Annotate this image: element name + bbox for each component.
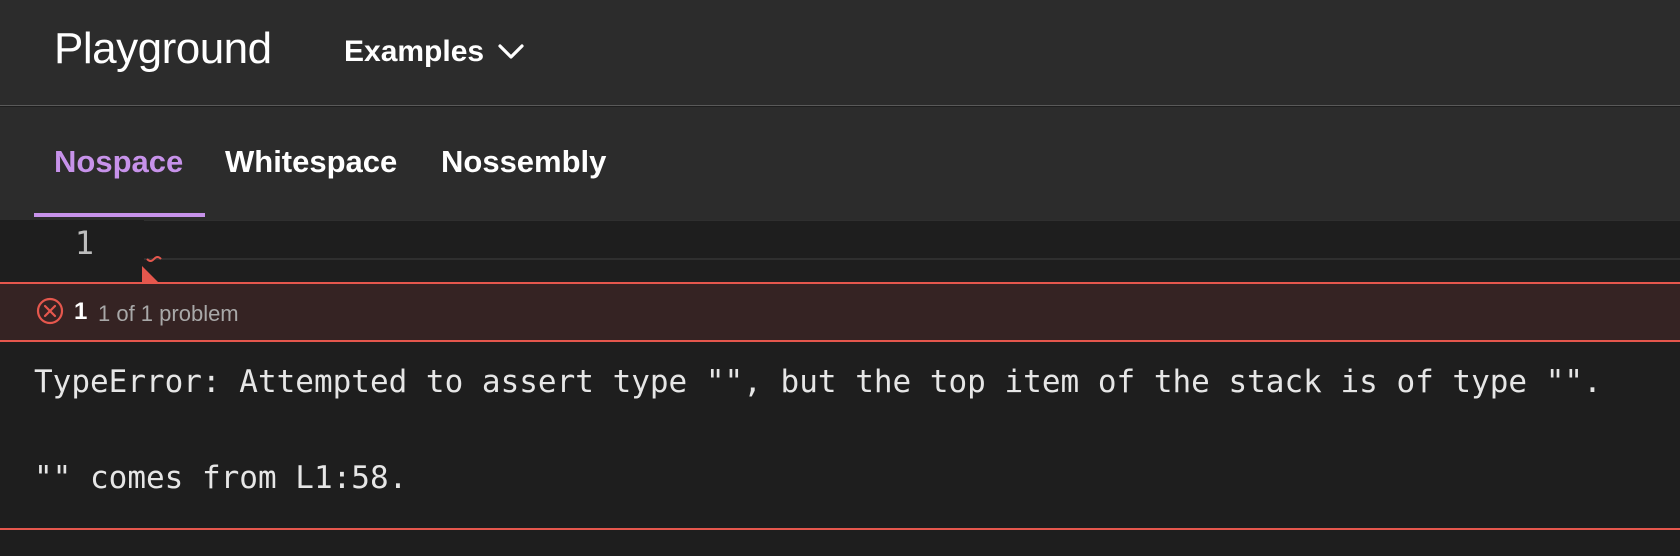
error-source-line: "" comes from L1:58. [34,460,408,496]
problem-count: 1 [74,298,88,325]
editor-line-1[interactable] [144,220,1680,260]
error-circle-x-icon [36,297,64,330]
chevron-down-icon [498,44,524,60]
code-editor[interactable]: 1 [0,220,1680,282]
active-tab-indicator [34,213,205,217]
tab-nospace[interactable]: Nospace [54,107,183,217]
problem-summary: 1 of 1 problem [98,301,239,326]
language-tabs: Nospace Whitespace Nossembly [0,107,1680,220]
peek-pointer [142,266,158,282]
error-squiggle [146,256,162,262]
app-header: Playground Examples [0,0,1680,106]
tab-nossembly[interactable]: Nossembly [441,107,606,217]
error-message-line: TypeError: Attempted to assert type "", … [34,364,1602,400]
examples-dropdown[interactable]: Examples [344,30,524,74]
app-title: Playground [54,24,272,73]
problem-message: TypeError: Attempted to assert type "", … [0,342,1680,528]
editor-footer [0,530,1680,556]
problem-peek-header: 1 1 of 1 problem [0,282,1680,342]
tab-whitespace[interactable]: Whitespace [225,107,397,217]
line-number: 1 [74,224,94,262]
examples-label: Examples [344,35,485,68]
